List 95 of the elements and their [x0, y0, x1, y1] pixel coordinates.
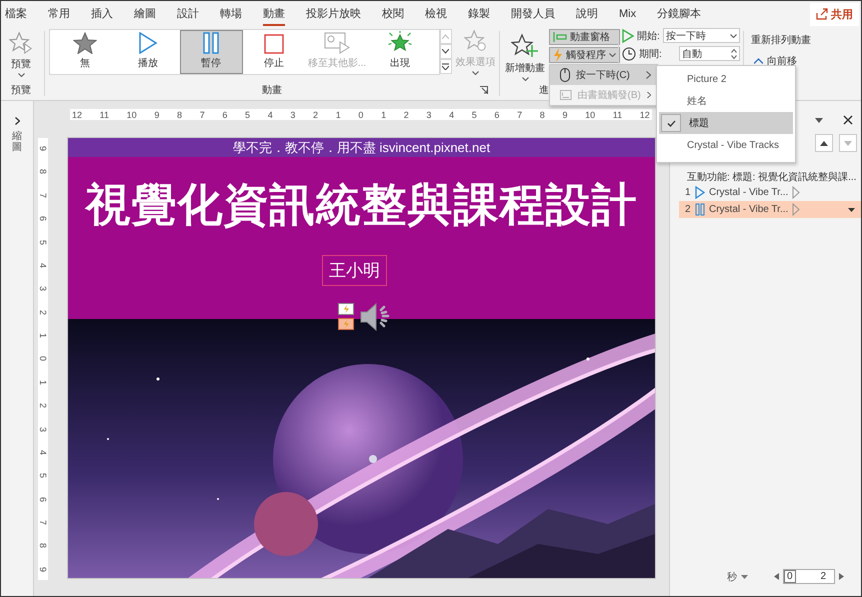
- chevron-down-icon: [522, 77, 528, 81]
- animation-option[interactable]: 出現: [368, 30, 432, 74]
- group-label: 進: [539, 84, 549, 97]
- start-dropdown[interactable]: 按一下時: [662, 28, 740, 43]
- ribbon-tab[interactable]: 說明: [576, 2, 598, 26]
- ribbon-tab[interactable]: 分鏡腳本: [657, 2, 702, 26]
- chevron-down-icon: [730, 34, 737, 38]
- slide-title: 視覺化資訊統整與課程設計: [86, 178, 638, 232]
- name-text-box: 王小明: [322, 255, 387, 286]
- slide-banner: 學不完．教不停．用不盡 isvincent.pixnet.net: [68, 138, 655, 157]
- pane-icon: [553, 32, 567, 42]
- scroll-down-button[interactable]: [440, 44, 452, 59]
- horizontal-ruler: 12 11 10 9 8 7 6 5 4 3 2 1 0 1 2 3 4 5 6 7 8 9 10 11 12: [70, 109, 652, 120]
- spinner-icon[interactable]: [731, 48, 737, 58]
- menu-item[interactable]: Crystal - Vibe Tracks: [659, 134, 793, 156]
- share-button[interactable]: 共用: [810, 2, 859, 26]
- more-button[interactable]: [440, 59, 452, 74]
- group-label: 預覽: [11, 84, 31, 97]
- ribbon-tab[interactable]: 設計: [177, 2, 199, 26]
- animation-item[interactable]: 2 Crystal - Vibe Tr...: [679, 201, 861, 218]
- ribbon-tab[interactable]: 常用: [48, 2, 70, 26]
- ribbon-tab[interactable]: 開發人員: [511, 2, 555, 26]
- timeline-scale: 0 2: [783, 569, 835, 584]
- play-icon: [138, 32, 158, 54]
- triangle-up-icon: [820, 140, 828, 146]
- timing-bar-icon: [792, 186, 800, 199]
- chevron-up-icon: [442, 34, 449, 39]
- animation-option[interactable]: 暫停: [180, 30, 242, 74]
- reorder-label: 重新排列動畫: [751, 34, 811, 47]
- scroll-left-icon[interactable]: [774, 573, 779, 580]
- thumbnails-label[interactable]: 縮圖: [12, 131, 22, 153]
- menu-item[interactable]: Picture 2: [659, 68, 793, 90]
- video-icon: [324, 32, 350, 54]
- ribbon-tab[interactable]: 錄製: [468, 2, 490, 26]
- ribbon-tab[interactable]: 轉場: [220, 2, 242, 26]
- clock-icon: [622, 46, 636, 60]
- ribbon-tab[interactable]: Mix: [619, 4, 636, 24]
- trigger-heading: 互動功能: 標題: 視覺化資訊統整與課...: [687, 170, 858, 184]
- share-icon: [816, 8, 828, 20]
- ribbon-tab[interactable]: 插入: [91, 2, 113, 26]
- chevron-down-icon: [442, 49, 449, 54]
- move-earlier-button[interactable]: 向前移: [751, 54, 797, 68]
- pane-menu-icon[interactable]: [815, 118, 823, 122]
- animation-option[interactable]: 無: [54, 30, 116, 74]
- ribbon-tab[interactable]: 校閱: [382, 2, 404, 26]
- add-animation-button[interactable]: 新增動畫: [503, 29, 547, 81]
- timing-bar-icon: [792, 203, 800, 216]
- chevron-down-icon: [18, 73, 24, 77]
- expand-icon[interactable]: [14, 117, 20, 125]
- menu-item[interactable]: 姓名: [659, 90, 793, 112]
- checkmark-icon: [666, 120, 676, 126]
- ribbon-tab[interactable]: 檔案: [5, 2, 27, 26]
- chevron-down-icon: [472, 71, 479, 75]
- start-label: 開始:: [637, 30, 660, 42]
- chevron-down-icon: [609, 53, 616, 57]
- chevron-right-icon: [646, 71, 651, 79]
- animation-option[interactable]: 停止: [242, 30, 306, 74]
- pause-icon: [695, 203, 705, 216]
- ribbon-tab[interactable]: 檢視: [425, 2, 447, 26]
- play-icon: [695, 186, 705, 199]
- star-plus-icon: [511, 33, 539, 59]
- animation-item[interactable]: 1 Crystal - Vibe Tr...: [679, 184, 861, 201]
- dialog-launcher-icon[interactable]: [480, 86, 488, 94]
- move-up-button[interactable]: [815, 134, 833, 152]
- pause-icon: [203, 32, 219, 54]
- scroll-right-icon[interactable]: [839, 573, 844, 580]
- chevron-up-icon: [754, 58, 763, 64]
- play-icon: [622, 28, 634, 42]
- group-label: 動畫: [262, 84, 282, 97]
- trigger-button[interactable]: 觸發程序: [549, 47, 620, 63]
- seconds-dropdown[interactable]: 秒: [727, 570, 737, 584]
- stop-icon: [264, 34, 284, 54]
- duration-label: 期間:: [639, 48, 662, 60]
- triangle-down-icon: [844, 140, 852, 146]
- animation-option[interactable]: 播放: [116, 30, 180, 74]
- dropdown-icon[interactable]: [741, 574, 748, 578]
- menu-item[interactable]: 標題: [659, 112, 793, 134]
- ribbon-tab[interactable]: 繪圖: [134, 2, 156, 26]
- star-burst-icon: [387, 31, 413, 54]
- duration-field[interactable]: 自動: [678, 46, 740, 61]
- animation-pane-button[interactable]: 動畫窗格: [549, 29, 620, 45]
- menu-item[interactable]: 按一下時(C): [550, 65, 657, 85]
- chevron-right-icon: [646, 91, 651, 99]
- vertical-ruler: 9 8 7 6 5 4 3 2 1 0 1 2 3 4 5 6 7 8 9: [38, 138, 48, 580]
- star-icon: [73, 32, 97, 54]
- ribbon-tab[interactable]: 投影片放映: [306, 2, 361, 26]
- close-icon[interactable]: [843, 115, 853, 125]
- lightning-icon: [553, 48, 563, 62]
- bookmark-icon: [560, 89, 572, 101]
- star-icon: [9, 31, 33, 55]
- dropdown-icon[interactable]: [848, 208, 855, 212]
- expand-icon: [442, 63, 449, 70]
- mouse-icon: [560, 68, 570, 82]
- trigger-tag[interactable]: [338, 303, 354, 315]
- preview-button[interactable]: 預覽: [5, 29, 37, 79]
